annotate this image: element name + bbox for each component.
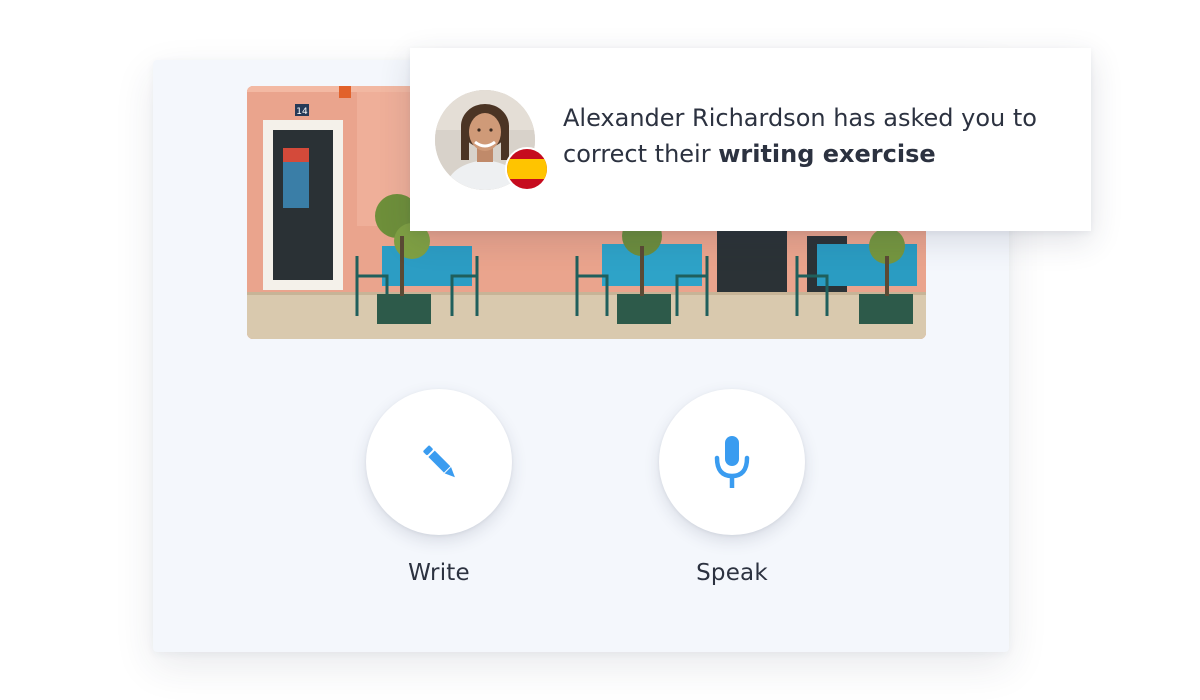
user-name: Alexander Richardson: [563, 104, 826, 132]
write-button[interactable]: [366, 389, 512, 535]
speak-label: Speak: [696, 560, 768, 586]
write-label: Write: [408, 560, 470, 586]
spain-flag-icon: [505, 147, 549, 191]
user-avatar: [435, 90, 549, 191]
door-number: 14: [296, 107, 308, 117]
notification-message: Alexander Richardson has asked you to co…: [563, 100, 1063, 172]
speak-button[interactable]: [659, 389, 805, 535]
correction-request-notification[interactable]: Alexander Richardson has asked you to co…: [410, 48, 1091, 231]
pencil-icon: [423, 445, 455, 478]
writing-exercise-link: writing exercise: [718, 140, 936, 168]
microphone-icon: [714, 436, 750, 488]
